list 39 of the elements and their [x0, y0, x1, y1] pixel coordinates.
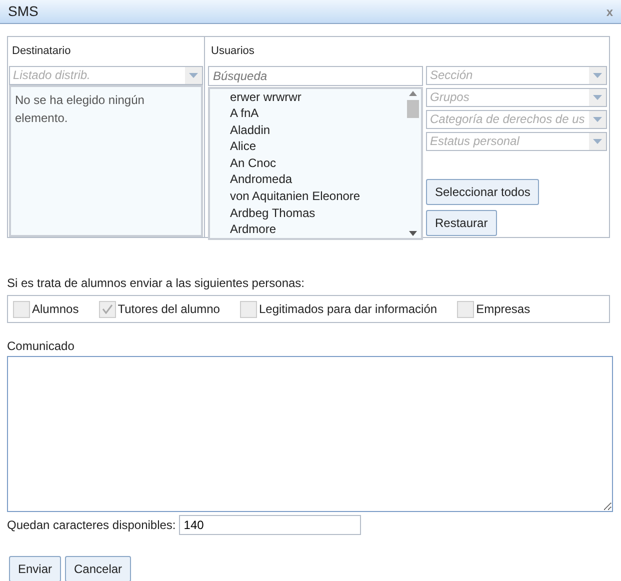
list-item[interactable]: An Cnoc: [230, 154, 405, 172]
caret-icon: [185, 66, 202, 84]
empty-message: No se ha elegido ningún elemento.: [15, 92, 146, 126]
action-button[interactable]: Cancelar: [65, 556, 132, 581]
checkbox-label: Empresas: [476, 301, 530, 318]
action-button[interactable]: Seleccionar todos: [426, 178, 540, 205]
list-item[interactable]: Alice: [230, 138, 405, 155]
scroll-up-icon[interactable]: [409, 90, 417, 96]
action-button[interactable]: Enviar: [9, 556, 62, 581]
list-item[interactable]: Ardmore: [230, 221, 405, 238]
checkbox[interactable]: [98, 300, 116, 318]
caret-icon: [589, 88, 606, 106]
counter-field[interactable]: 140: [178, 515, 361, 535]
checkbox[interactable]: [240, 300, 257, 318]
caret-icon: [589, 110, 606, 128]
window-title: SMS: [8, 2, 38, 21]
section-label: Usuarios: [210, 44, 256, 59]
checkbox[interactable]: [13, 300, 30, 318]
caret-icon: [589, 132, 606, 150]
scrollbar-thumb[interactable]: [407, 100, 419, 118]
field-label: Quedan caracteres disponibles:: [7, 517, 176, 534]
list-item[interactable]: A fnA: [230, 105, 405, 122]
checkbox-label: Alumnos: [32, 301, 79, 318]
list-item[interactable]: Andromeda: [230, 171, 405, 188]
field-label: Comunicado: [7, 338, 76, 355]
checkmark-icon: [102, 304, 113, 314]
list-item[interactable]: erwer wrwrwr: [230, 88, 405, 106]
section-label: Destinatario: [11, 44, 72, 59]
instruction-text: Si es trata de alumnos enviar a las siguientes personas:: [7, 275, 306, 292]
list-item[interactable]: von Aquitanien Eleonore: [230, 188, 405, 205]
search-field[interactable]: Búsqueda: [208, 66, 423, 86]
checkbox[interactable]: [457, 300, 474, 318]
action-button[interactable]: Restaurar: [426, 210, 497, 236]
caret-icon: [589, 66, 606, 84]
checkbox-label: Legitimados para dar información: [258, 301, 438, 318]
scroll-down-icon[interactable]: [409, 230, 417, 236]
checkbox-label: Tutores del alumno: [118, 301, 220, 318]
list-item[interactable]: Ardbeg Thomas: [230, 204, 405, 222]
list-item[interactable]: Aladdin: [230, 122, 405, 138]
